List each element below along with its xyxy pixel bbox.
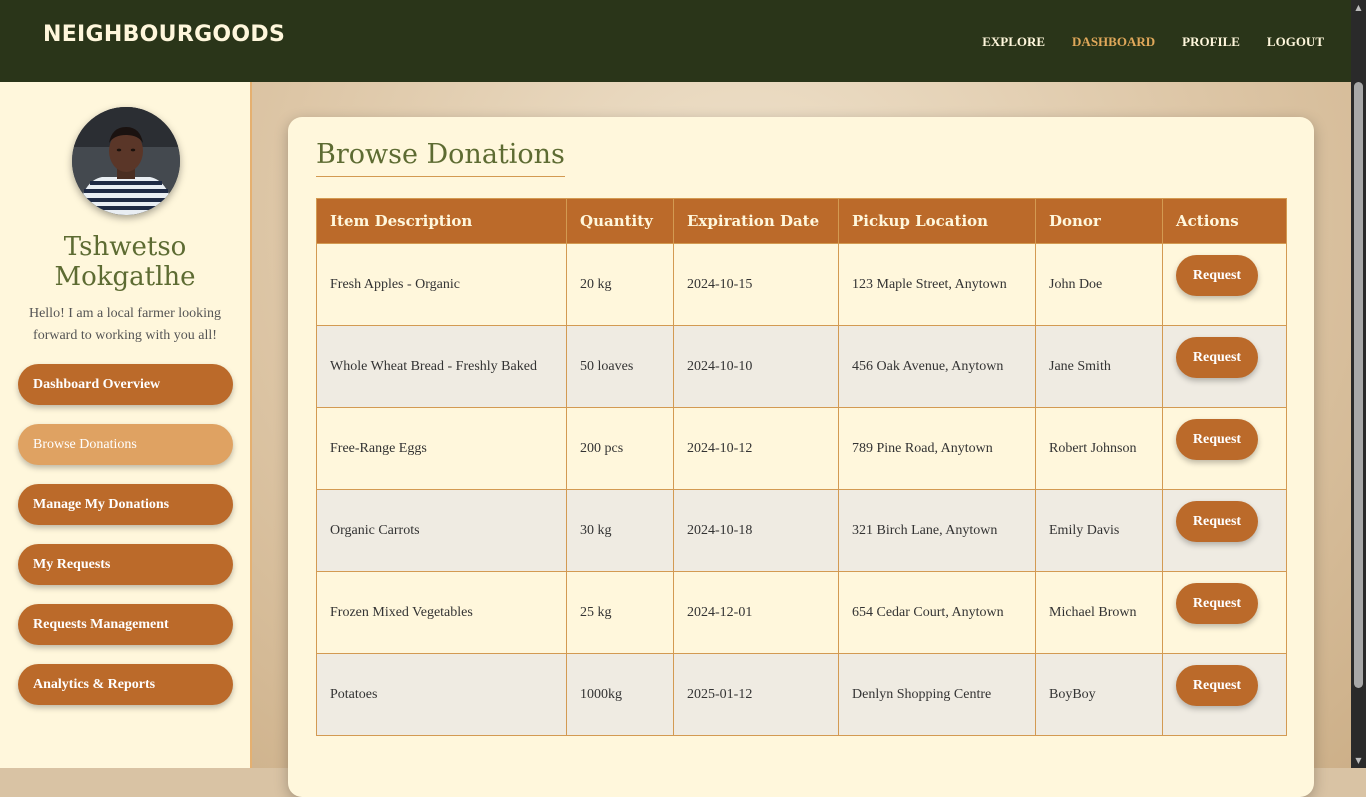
sidebar-item-manage-my-donations[interactable]: Manage My Donations: [18, 484, 233, 525]
cell-donor: Michael Brown: [1035, 571, 1163, 654]
profile-name: Tshwetso Mokgatlhe: [54, 232, 196, 292]
cell-quantity: 20 kg: [566, 243, 674, 326]
page-scrollbar[interactable]: ▲ ▼: [1351, 0, 1366, 768]
cell-donor: John Doe: [1035, 243, 1163, 326]
table-row: Whole Wheat Bread - Freshly Baked 50 loa…: [316, 325, 1287, 408]
nav-profile[interactable]: PROFILE: [1182, 34, 1240, 50]
cell-donor: BoyBoy: [1035, 653, 1163, 736]
cell-item: Organic Carrots: [316, 489, 567, 572]
request-button[interactable]: Request: [1176, 583, 1258, 624]
cell-location: 321 Birch Lane, Anytown: [838, 489, 1036, 572]
column-header-expiration: Expiration Date: [673, 198, 839, 244]
sidebar-item-dashboard-overview[interactable]: Dashboard Overview: [18, 364, 233, 405]
scroll-down-arrow-icon[interactable]: ▼: [1351, 753, 1366, 768]
nav-explore[interactable]: EXPLORE: [982, 34, 1045, 50]
cell-donor: Emily Davis: [1035, 489, 1163, 572]
cell-quantity: 50 loaves: [566, 325, 674, 408]
main-nav: EXPLORE DASHBOARD PROFILE LOGOUT: [982, 34, 1324, 50]
cell-quantity: 1000kg: [566, 653, 674, 736]
cell-actions: Request: [1162, 489, 1287, 572]
table-row: Free-Range Eggs 200 pcs 2024-10-12 789 P…: [316, 407, 1287, 490]
column-header-quantity: Quantity: [566, 198, 674, 244]
cell-quantity: 200 pcs: [566, 407, 674, 490]
main-content: Browse Donations Item Description Quanti…: [252, 82, 1351, 797]
cell-location: 654 Cedar Court, Anytown: [838, 571, 1036, 654]
sidebar-item-requests-management[interactable]: Requests Management: [18, 604, 233, 645]
sidebar-item-analytics-reports[interactable]: Analytics & Reports: [18, 664, 233, 705]
cell-location: 123 Maple Street, Anytown: [838, 243, 1036, 326]
cell-quantity: 25 kg: [566, 571, 674, 654]
top-navbar: NEIGHBOURGOODS EXPLORE DASHBOARD PROFILE…: [0, 0, 1351, 82]
scroll-up-arrow-icon[interactable]: ▲: [1351, 0, 1366, 15]
cell-expiration: 2024-12-01: [673, 571, 839, 654]
cell-item: Whole Wheat Bread - Freshly Baked: [316, 325, 567, 408]
avatar: [72, 107, 180, 215]
request-button[interactable]: Request: [1176, 665, 1258, 706]
sidebar-item-browse-donations[interactable]: Browse Donations: [18, 424, 233, 465]
cell-donor: Robert Johnson: [1035, 407, 1163, 490]
cell-item: Potatoes: [316, 653, 567, 736]
column-header-item: Item Description: [316, 198, 567, 244]
cell-expiration: 2024-10-10: [673, 325, 839, 408]
request-button[interactable]: Request: [1176, 337, 1258, 378]
cell-actions: Request: [1162, 325, 1287, 408]
nav-dashboard[interactable]: DASHBOARD: [1072, 34, 1155, 50]
sidebar-menu: Dashboard Overview Browse Donations Mana…: [18, 364, 233, 724]
cell-actions: Request: [1162, 571, 1287, 654]
cell-actions: Request: [1162, 243, 1287, 326]
column-header-location: Pickup Location: [838, 198, 1036, 244]
cell-location: Denlyn Shopping Centre: [838, 653, 1036, 736]
cell-item: Free-Range Eggs: [316, 407, 567, 490]
table-row: Frozen Mixed Vegetables 25 kg 2024-12-01…: [316, 571, 1287, 654]
cell-quantity: 30 kg: [566, 489, 674, 572]
page-title: Browse Donations: [316, 139, 565, 177]
request-button[interactable]: Request: [1176, 419, 1258, 460]
cell-donor: Jane Smith: [1035, 325, 1163, 408]
sidebar-item-my-requests[interactable]: My Requests: [18, 544, 233, 585]
request-button[interactable]: Request: [1176, 255, 1258, 296]
table-row: Potatoes 1000kg 2025-01-12 Denlyn Shoppi…: [316, 653, 1287, 736]
cell-expiration: 2024-10-12: [673, 407, 839, 490]
column-header-actions: Actions: [1162, 198, 1287, 244]
brand-logo[interactable]: NEIGHBOURGOODS: [43, 22, 285, 47]
cell-location: 456 Oak Avenue, Anytown: [838, 325, 1036, 408]
cell-location: 789 Pine Road, Anytown: [838, 407, 1036, 490]
profile-bio: Hello! I am a local farmer looking forwa…: [28, 306, 222, 343]
cell-expiration: 2024-10-18: [673, 489, 839, 572]
donations-table: Item Description Quantity Expiration Dat…: [316, 198, 1287, 736]
request-button[interactable]: Request: [1176, 501, 1258, 542]
nav-logout[interactable]: LOGOUT: [1267, 34, 1324, 50]
cell-item: Frozen Mixed Vegetables: [316, 571, 567, 654]
cell-expiration: 2025-01-12: [673, 653, 839, 736]
sidebar: Tshwetso Mokgatlhe Hello! I am a local f…: [0, 82, 252, 768]
avatar-photo-icon: [72, 107, 180, 215]
cell-expiration: 2024-10-15: [673, 243, 839, 326]
cell-item: Fresh Apples - Organic: [316, 243, 567, 326]
column-header-donor: Donor: [1035, 198, 1163, 244]
donations-card: Browse Donations Item Description Quanti…: [288, 117, 1314, 797]
table-header: Item Description Quantity Expiration Dat…: [316, 198, 1287, 244]
cell-actions: Request: [1162, 407, 1287, 490]
cell-actions: Request: [1162, 653, 1287, 736]
scrollbar-thumb[interactable]: [1354, 82, 1363, 688]
table-row: Organic Carrots 30 kg 2024-10-18 321 Bir…: [316, 489, 1287, 572]
table-row: Fresh Apples - Organic 20 kg 2024-10-15 …: [316, 243, 1287, 326]
